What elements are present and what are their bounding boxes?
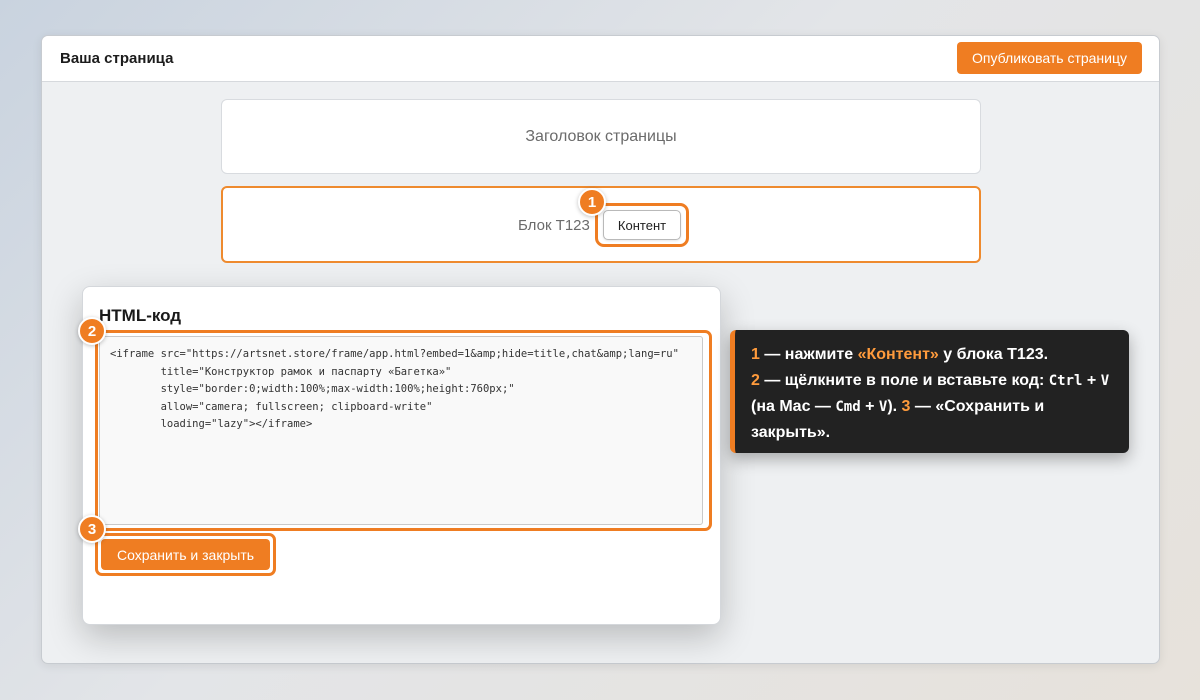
tooltip-text: — щёлкните в поле и вставьте код: xyxy=(759,372,1049,389)
tooltip-text: + xyxy=(860,398,879,415)
tooltip-text: + xyxy=(1082,372,1101,389)
tooltip-text: — нажмите xyxy=(759,346,858,363)
tooltip-text: ). xyxy=(887,398,902,415)
cmd-key: Cmd xyxy=(835,399,861,415)
tooltip-step-1-number: 1 xyxy=(751,346,760,363)
step-1-badge: 1 xyxy=(578,188,606,216)
html-code-field[interactable]: <iframe src="https://artsnet.store/frame… xyxy=(99,336,703,525)
tooltip-text: (на Mac — xyxy=(751,398,836,415)
step-3-badge: 3 xyxy=(78,515,106,543)
step-2-badge: 2 xyxy=(78,317,106,345)
tooltip-content-highlight: «Контент» xyxy=(857,346,939,363)
save-and-close-button[interactable]: Сохранить и закрыть xyxy=(101,539,270,570)
tooltip-text: у блока T123. xyxy=(938,346,1049,363)
top-bar: Ваша страница Опубликовать страницу xyxy=(42,36,1159,82)
page-header-block[interactable]: Заголовок страницы xyxy=(221,99,981,174)
save-button-highlight: Сохранить и закрыть xyxy=(95,533,276,576)
page-title: Ваша страница xyxy=(60,50,174,67)
modal-title: HTML-код xyxy=(99,306,182,325)
content-button-highlight: Контент xyxy=(595,203,689,247)
instructions-tooltip: 1 — нажмите «Контент» у блока T123. 2 — … xyxy=(730,330,1129,453)
block-t123-label: Блок T123 xyxy=(518,217,590,234)
v-key: V xyxy=(1100,373,1110,389)
page-header-block-label: Заголовок страницы xyxy=(525,127,677,145)
html-code-modal: HTML-код <iframe src="https://artsnet.st… xyxy=(82,286,721,625)
content-button[interactable]: Контент xyxy=(603,210,681,240)
tooltip-step-2-number: 2 xyxy=(751,372,760,389)
publish-page-button[interactable]: Опубликовать страницу xyxy=(957,42,1142,74)
ctrl-key: Ctrl xyxy=(1048,373,1083,389)
